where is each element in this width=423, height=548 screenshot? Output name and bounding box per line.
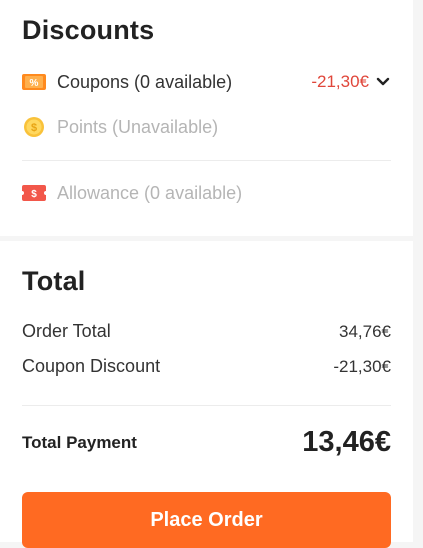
total-payment-label: Total Payment <box>22 432 137 452</box>
chevron-down-icon[interactable] <box>375 74 391 90</box>
coupon-discount-label: Coupon Discount <box>22 356 161 376</box>
allowance-row: $ Allowance (0 available) <box>22 179 391 207</box>
place-order-button[interactable]: Place Order <box>22 492 391 548</box>
coupons-row[interactable]: % Coupons (0 available) -21,30€ <box>22 68 391 96</box>
total-payment-row: Total Payment 13,46€ <box>22 426 391 459</box>
svg-text:$: $ <box>31 122 37 134</box>
allowance-label: Allowance (0 available) <box>57 182 243 203</box>
points-row: $ Points (Unavailable) <box>22 113 391 141</box>
divider <box>22 405 391 406</box>
divider <box>22 160 391 161</box>
coupons-label: Coupons (0 available) <box>57 71 233 92</box>
total-payment-value: 13,46€ <box>302 426 391 458</box>
order-total-row: Order Total 34,76€ <box>22 321 391 342</box>
page-background-strip <box>413 0 423 542</box>
order-total-label: Order Total <box>22 321 111 341</box>
discounts-title: Discounts <box>22 15 155 45</box>
coupon-discount-value: -21,30€ <box>333 356 391 376</box>
coupon-discount-row: Coupon Discount -21,30€ <box>22 356 391 377</box>
coupon-icon: % <box>22 71 46 93</box>
svg-text:%: % <box>30 78 39 89</box>
coin-icon: $ <box>22 116 46 138</box>
coupons-value-group[interactable]: -21,30€ <box>311 72 391 92</box>
allowance-ticket-icon: $ <box>22 182 46 204</box>
coupons-value: -21,30€ <box>311 72 369 91</box>
order-total-value: 34,76€ <box>339 321 391 341</box>
discounts-card: Discounts % Coupons (0 available) -21,30… <box>0 0 413 236</box>
points-label: Points (Unavailable) <box>57 116 219 137</box>
total-card: Total Order Total 34,76€ Coupon Discount… <box>0 241 413 548</box>
svg-text:$: $ <box>31 189 37 200</box>
total-title: Total <box>22 266 86 296</box>
